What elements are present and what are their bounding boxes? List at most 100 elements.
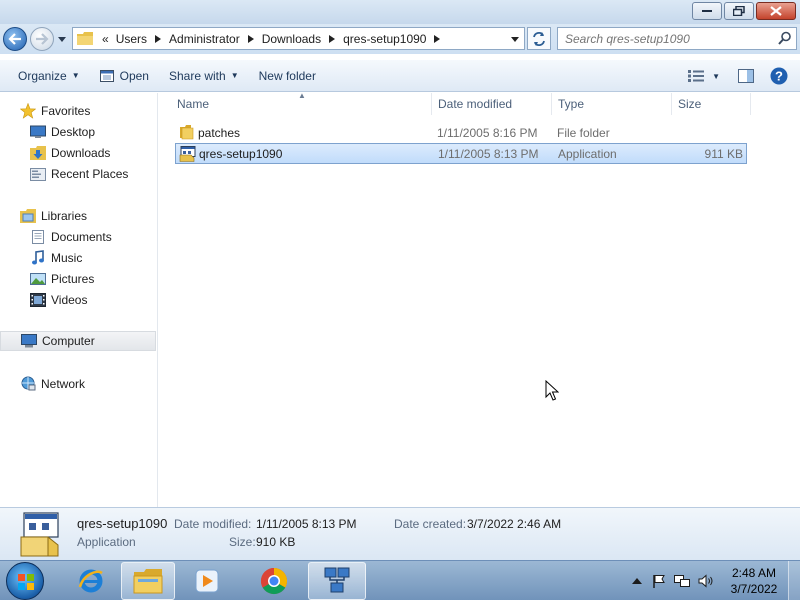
taskbar: 2:48 AM 3/7/2022 <box>0 560 800 600</box>
recent-pages-dropdown[interactable] <box>57 33 67 45</box>
chevron-down-icon: ▼ <box>712 71 720 81</box>
minimize-button[interactable] <box>692 2 722 20</box>
address-bar[interactable]: « Users Administrator Downloads qres-set… <box>72 27 525 50</box>
show-hidden-icons-icon[interactable] <box>632 577 642 585</box>
nav-computer[interactable]: Computer <box>0 331 156 351</box>
view-details-icon <box>688 70 705 82</box>
open-button[interactable]: Open <box>90 64 159 88</box>
column-header-name[interactable]: Name <box>159 93 431 115</box>
network-status-icon[interactable] <box>674 574 690 588</box>
breadcrumb-label: Users <box>115 31 148 46</box>
details-file-type: Application <box>77 535 136 549</box>
more-views-dropdown[interactable]: ▼ <box>708 64 730 88</box>
taskbar-network-app[interactable] <box>308 562 366 600</box>
taskbar-media-player[interactable] <box>180 562 234 600</box>
nav-label: Downloads <box>51 146 111 160</box>
file-size: 911 KB <box>704 146 743 161</box>
file-type: File folder <box>557 125 610 140</box>
breadcrumb-label: qres-setup1090 <box>343 31 427 46</box>
help-icon: ? <box>770 67 788 85</box>
search-input[interactable] <box>558 28 768 49</box>
breadcrumb-overflow[interactable]: « <box>99 32 112 46</box>
arrow-left-icon <box>8 33 21 45</box>
share-with-label: Share with <box>168 68 226 83</box>
taskbar-internet-explorer[interactable] <box>64 562 118 600</box>
breadcrumb-downloads[interactable]: Downloads <box>258 28 339 49</box>
details-size-label: Size: <box>229 535 256 549</box>
navigation-pane: Favorites Desktop Downloads Recent Place… <box>0 93 158 507</box>
preview-pane-icon <box>738 69 754 83</box>
nav-label: Documents <box>51 230 112 244</box>
address-row: « Users Administrator Downloads qres-set… <box>0 24 800 54</box>
nav-documents[interactable]: Documents <box>0 227 156 247</box>
nav-desktop[interactable]: Desktop <box>0 122 156 142</box>
organize-button[interactable]: Organize ▼ <box>8 64 90 88</box>
details-size: 910 KB <box>256 535 296 549</box>
column-divider[interactable] <box>750 93 751 115</box>
help-button[interactable]: ? <box>762 64 800 88</box>
column-header-type[interactable]: Type <box>552 93 670 115</box>
clock[interactable]: 2:48 AM 3/7/2022 <box>720 565 788 597</box>
media-player-icon <box>195 569 219 593</box>
column-header-size[interactable]: Size <box>672 93 750 115</box>
nav-label: Libraries <box>41 209 88 223</box>
forward-button[interactable] <box>30 27 54 51</box>
volume-icon[interactable] <box>698 574 714 588</box>
breadcrumb-users[interactable]: Users <box>112 28 165 49</box>
taskbar-windows-explorer[interactable] <box>121 562 175 600</box>
nav-libraries[interactable]: Libraries <box>0 206 156 226</box>
network-icon <box>21 376 36 391</box>
nav-pictures[interactable]: Pictures <box>0 269 156 289</box>
nav-recent-places[interactable]: Recent Places <box>0 164 156 184</box>
nav-label: Network <box>41 377 86 391</box>
column-header-label: Size <box>678 97 702 111</box>
chevron-right-icon[interactable] <box>247 34 254 43</box>
search-icon[interactable] <box>778 31 792 45</box>
nav-downloads[interactable]: Downloads <box>0 143 156 163</box>
chevron-right-icon[interactable] <box>329 34 336 43</box>
change-view-button[interactable] <box>684 64 708 88</box>
network-computers-icon <box>324 567 350 593</box>
close-button[interactable] <box>756 2 796 20</box>
file-row[interactable]: patches 1/11/2005 8:16 PM File folder <box>175 122 747 143</box>
file-list: ▲ Name Date modified Type Size patches 1… <box>159 91 800 507</box>
share-with-button[interactable]: Share with ▼ <box>159 64 249 88</box>
column-header-label: Date modified <box>438 97 513 111</box>
nav-videos[interactable]: Videos <box>0 290 156 310</box>
nav-label: Recent Places <box>51 167 129 181</box>
maximize-button[interactable] <box>724 2 754 20</box>
minimize-icon <box>702 10 712 12</box>
window-controls <box>692 2 796 20</box>
nav-label: Computer <box>42 334 95 348</box>
nav-label: Music <box>51 251 83 265</box>
recent-places-icon <box>30 168 46 181</box>
breadcrumb-administrator[interactable]: Administrator <box>165 28 258 49</box>
command-toolbar: Organize ▼ Open Share with ▼ New folder … <box>0 60 800 92</box>
new-folder-button[interactable]: New folder <box>249 64 326 88</box>
chevron-down-icon: ▼ <box>71 71 80 80</box>
title-bar <box>0 0 800 24</box>
taskbar-chrome[interactable] <box>247 562 301 600</box>
column-header-date-modified[interactable]: Date modified <box>432 93 550 115</box>
chevron-right-icon[interactable] <box>155 34 162 43</box>
arrow-right-icon <box>36 33 49 45</box>
refresh-button[interactable] <box>527 27 551 50</box>
file-row-selected[interactable]: qres-setup1090 1/11/2005 8:13 PM Applica… <box>175 143 747 164</box>
folder-icon <box>77 32 93 45</box>
back-button[interactable] <box>3 27 27 51</box>
new-folder-label: New folder <box>258 68 316 83</box>
documents-icon <box>32 230 44 244</box>
start-button[interactable] <box>6 562 44 600</box>
nav-music[interactable]: Music <box>0 248 156 268</box>
nav-network[interactable]: Network <box>0 374 156 394</box>
nav-favorites[interactable]: Favorites <box>0 101 156 121</box>
breadcrumb-qres-setup1090[interactable]: qres-setup1090 <box>339 28 444 49</box>
application-icon <box>99 69 114 82</box>
address-history-dropdown[interactable] <box>510 32 520 46</box>
chevron-right-icon[interactable] <box>434 34 441 43</box>
preview-pane-button[interactable] <box>730 64 762 88</box>
action-center-flag-icon[interactable] <box>652 574 666 588</box>
show-desktop-button[interactable] <box>788 561 800 600</box>
search-box[interactable] <box>557 27 797 50</box>
nav-label: Pictures <box>51 272 95 286</box>
